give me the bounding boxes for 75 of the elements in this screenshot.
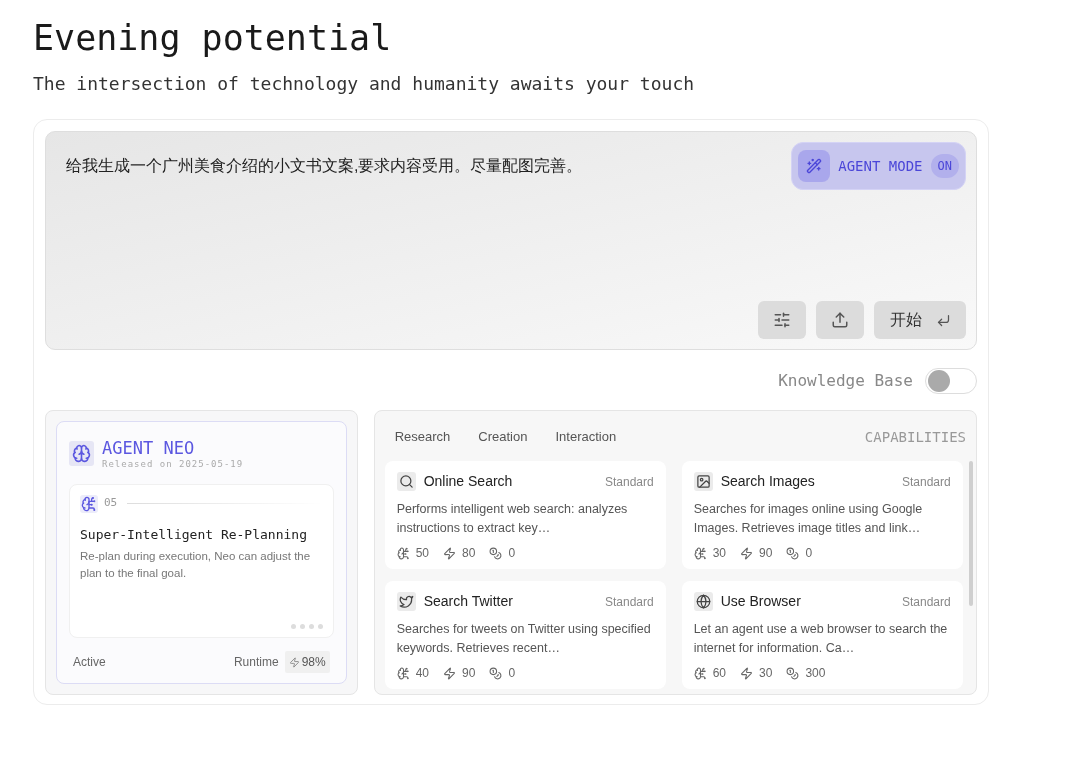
capability-description: Searches for images online using Google Images. Retrieves image titles and link… — [693, 501, 924, 537]
runtime-badge: 98% — [284, 651, 330, 673]
lightning-icon — [740, 546, 754, 560]
brain-icon — [693, 666, 707, 680]
knowledge-base-label: Knowledge Base — [778, 370, 913, 392]
feature-number: 05 — [104, 495, 118, 512]
lightning-icon — [443, 546, 457, 560]
page-title: Evening potential — [33, 17, 392, 60]
magic-wand-icon — [798, 150, 831, 182]
tier-label: Standard — [604, 473, 654, 491]
stat-value: 80 — [462, 545, 476, 562]
knowledge-base-toggle[interactable] — [925, 368, 977, 394]
agent-name: AGENT NEO — [102, 438, 196, 458]
prompt-box[interactable]: 给我生成一个广州美食介绍的小文书文案,要求内容受用。尽量配图完善。 AGENT MODE ON 开始 — [45, 131, 977, 350]
tier-label: Standard — [901, 473, 951, 491]
capability-card[interactable]: Search Twitter Standard Searches for tweets on Twitter using specified keywords. Retrieves recent… 40 90 0 — [384, 581, 666, 689]
category-tab[interactable]: Creation — [478, 427, 528, 447]
category-tab[interactable]: Interaction — [555, 427, 617, 447]
coins-icon — [489, 546, 503, 560]
brain-icon — [396, 666, 410, 680]
capability-description: Let an agent use a web browser to search the internet for information. Ca… — [693, 621, 949, 657]
stat-value: 30 — [759, 665, 773, 682]
stat-value: 40 — [415, 665, 430, 682]
status-text: Active — [73, 654, 106, 671]
capability-name: Online Search — [423, 472, 513, 491]
stat-value: 90 — [759, 545, 773, 562]
upload-icon — [831, 311, 849, 329]
category-tab[interactable]: Research — [394, 427, 451, 447]
runtime-label: Runtime — [233, 654, 279, 671]
lightning-icon — [443, 666, 457, 680]
coins-icon — [489, 666, 503, 680]
stat-value: 50 — [415, 545, 430, 562]
tier-label: Standard — [604, 593, 654, 611]
image-icon — [693, 472, 713, 491]
stat-value: 60 — [712, 665, 727, 682]
agent-mode-label: AGENT MODE — [838, 156, 923, 176]
start-button[interactable]: 开始 — [874, 301, 966, 339]
globe-icon — [693, 592, 713, 611]
capability-description: Performs intelligent web search: analyzes instructions to extract key… — [396, 501, 629, 537]
page-subtitle: The intersection of technology and humanity awaits your touch — [33, 72, 695, 96]
coins-icon — [786, 666, 800, 680]
bird-icon — [396, 592, 416, 611]
sliders-icon — [773, 311, 791, 329]
coins-icon — [786, 546, 800, 560]
feature-title: Super-Intelligent Re-Planning — [80, 525, 308, 544]
brain-icon — [396, 546, 410, 560]
capability-name: Search Twitter — [423, 592, 513, 611]
brain-icon — [69, 441, 94, 466]
stat-value: 30 — [712, 545, 727, 562]
upload-button[interactable] — [816, 301, 864, 339]
capability-card[interactable]: Use Browser Standard Let an agent use a web browser to search the internet for information. Ca… 60 30 300 — [681, 581, 963, 689]
agent-mode-toggle[interactable]: AGENT MODE ON — [791, 142, 966, 190]
tier-label: Standard — [901, 593, 951, 611]
capability-name: Search Images — [720, 472, 815, 491]
settings-button[interactable] — [758, 301, 806, 339]
stat-value: 300 — [805, 665, 826, 682]
capability-description: Searches for tweets on Twitter using specified keywords. Retrieves recent… — [396, 621, 652, 657]
prompt-text: 给我生成一个广州美食介绍的小文书文案,要求内容受用。尽量配图完善。 — [66, 156, 583, 176]
capability-card[interactable]: Online Search Standard Performs intelligent web search: analyzes instructions to extract key… 50 80 0 — [384, 461, 666, 569]
on-badge: ON — [930, 154, 959, 178]
search-icon — [396, 472, 416, 491]
release-date: Released on 2025-05-19 — [102, 458, 244, 471]
enter-icon — [935, 312, 951, 328]
stat-value: 0 — [805, 545, 813, 562]
capabilities-heading: CAPABILITIES — [864, 427, 966, 447]
brain-icon — [693, 546, 707, 560]
stat-value: 0 — [508, 665, 516, 682]
lightning-icon — [740, 666, 754, 680]
feature-description: Re-plan during execution, Neo can adjust the plan to the final goal. — [80, 549, 312, 581]
stat-value: 0 — [508, 545, 516, 562]
stat-value: 90 — [462, 665, 476, 682]
capability-card[interactable]: Search Images Standard Searches for images online using Google Images. Retrieves image titles and link… 30 90 0 — [681, 461, 963, 569]
brain-icon — [80, 494, 98, 513]
capability-name: Use Browser — [720, 592, 801, 611]
pagination-dots — [290, 623, 323, 629]
